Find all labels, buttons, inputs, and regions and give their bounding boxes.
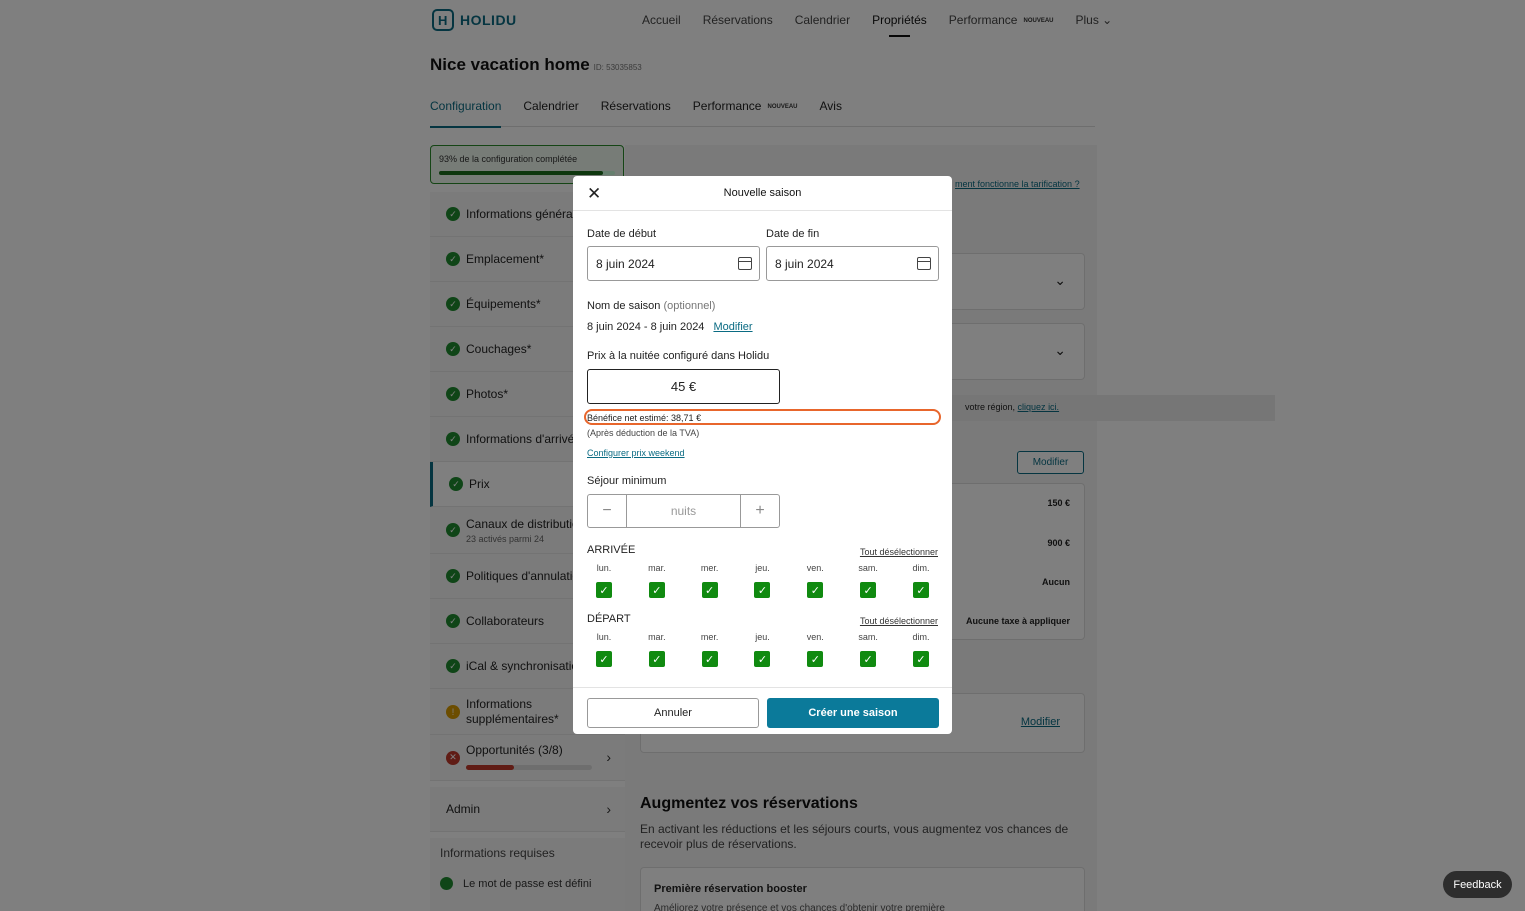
modal-title: Nouvelle saison [723,187,802,199]
day-label: lun. [596,632,612,642]
season-name: 8 juin 2024 - 8 juin 2024 Modifier [587,321,753,333]
arrival-deselect-all[interactable]: Tout désélectionner [860,547,938,557]
checkbox-checked-icon[interactable]: ✓ [912,582,929,598]
end-date-value: 8 juin 2024 [775,257,834,271]
checkbox-checked-icon[interactable]: ✓ [701,582,718,598]
day-label: ven. [806,563,824,573]
cancel-button[interactable]: Annuler [587,698,759,728]
departure-days: lun. ✓ mar. ✓ mer. ✓ jeu. ✓ ven. ✓ sam. ✓ dim.… [587,632,938,667]
price-label: Prix à la nuitée configuré dans Holidu [587,350,770,362]
calendar-icon[interactable] [917,257,931,270]
arrival-day: ven. ✓ [798,563,832,598]
checkbox-checked-icon[interactable]: ✓ [860,651,877,667]
departure-day: mer. ✓ [693,632,727,667]
plus-icon[interactable]: + [741,495,779,527]
checkbox-checked-icon[interactable]: ✓ [648,651,665,667]
checkbox-checked-icon[interactable]: ✓ [807,582,824,598]
feedback-button[interactable]: Feedback [1443,871,1512,898]
optional-tag: (optionnel) [663,300,716,312]
start-date-field[interactable]: 8 juin 2024 [587,246,760,281]
season-name-label: Nom de saison (optionnel) [587,300,715,312]
day-label: sam. [858,632,878,642]
checkbox-checked-icon[interactable]: ✓ [701,651,718,667]
checkbox-checked-icon[interactable]: ✓ [596,582,612,598]
day-label: mer. [700,563,719,573]
day-label: jeu. [755,563,770,573]
departure-title: DÉPART [587,613,631,625]
calendar-icon[interactable] [738,257,752,270]
new-season-modal: ✕ Nouvelle saison Date de début 8 juin 2… [573,176,952,734]
departure-deselect-all[interactable]: Tout désélectionner [860,616,938,626]
departure-day: dim. ✓ [904,632,938,667]
create-season-button[interactable]: Créer une saison [767,698,939,728]
checkbox-checked-icon[interactable]: ✓ [754,582,771,598]
net-profit-text: Bénéfice net estimé: 38,71 € [587,413,702,423]
arrival-day: jeu. ✓ [745,563,779,598]
start-date-value: 8 juin 2024 [596,257,655,271]
arrival-title: ARRIVÉE [587,544,636,556]
modal-header: ✕ Nouvelle saison [573,176,952,211]
min-stay-stepper: − nuits + [587,494,780,528]
end-date-field[interactable]: 8 juin 2024 [766,246,939,281]
departure-day: sam. ✓ [851,632,885,667]
checkbox-checked-icon[interactable]: ✓ [807,651,824,667]
modal-footer: Annuler Créer une saison [573,687,952,734]
day-label: lun. [596,563,612,573]
arrival-day: mar. ✓ [640,563,674,598]
checkbox-checked-icon[interactable]: ✓ [648,582,665,598]
day-label: dim. [912,563,930,573]
departure-day: lun. ✓ [587,632,621,667]
min-stay-input[interactable]: nuits [626,495,741,527]
day-label: mar. [648,632,666,642]
day-label: ven. [806,632,824,642]
arrival-day: sam. ✓ [851,563,885,598]
day-label: sam. [858,563,878,573]
nightly-price-input[interactable]: 45 € [587,369,780,404]
day-label: mar. [648,563,666,573]
departure-day: mar. ✓ [640,632,674,667]
min-stay-label: Séjour minimum [587,475,667,487]
checkbox-checked-icon[interactable]: ✓ [860,582,877,598]
arrival-day: lun. ✓ [587,563,621,598]
checkbox-checked-icon[interactable]: ✓ [754,651,771,667]
departure-day: jeu. ✓ [745,632,779,667]
weekend-price-link[interactable]: Configurer prix weekend [587,448,685,458]
end-date-label: Date de fin [766,228,820,240]
checkbox-checked-icon[interactable]: ✓ [596,651,612,667]
day-label: jeu. [755,632,770,642]
minus-icon[interactable]: − [588,495,626,527]
tva-note: (Après déduction de la TVA) [587,428,700,438]
start-date-label: Date de début [587,228,657,240]
day-label: mer. [700,632,719,642]
checkbox-checked-icon[interactable]: ✓ [912,651,929,667]
day-label: dim. [912,632,930,642]
season-name-modify-link[interactable]: Modifier [713,321,752,333]
arrival-day: mer. ✓ [693,563,727,598]
season-name-value: 8 juin 2024 - 8 juin 2024 [587,321,705,333]
season-name-label-text: Nom de saison [587,300,661,312]
arrival-days: lun. ✓ mar. ✓ mer. ✓ jeu. ✓ ven. ✓ sam. ✓ dim.… [587,563,938,598]
departure-day: ven. ✓ [798,632,832,667]
arrival-day: dim. ✓ [904,563,938,598]
